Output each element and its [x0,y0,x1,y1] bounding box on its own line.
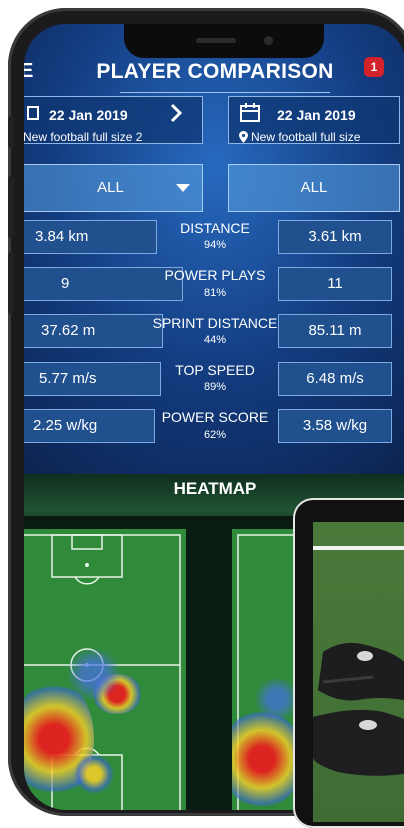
front-camera [264,36,273,45]
session-card-left[interactable]: 22 Jan 2019 New football full size 2 [24,96,203,144]
volume-up-button [8,176,14,238]
notification-badge[interactable]: 1 [364,57,384,77]
stat-right-value: 11 [278,267,392,301]
heatmap-pitch-left [24,529,186,810]
stat-right-value: 3.61 km [278,220,392,254]
filter-value: ALL [300,179,328,196]
session-venue: New football full size [251,130,361,144]
stat-right-value: 6.48 m/s [278,362,392,396]
stat-right-value: 85.11 m [278,314,392,348]
mute-switch [8,116,14,148]
session-card-right[interactable]: 22 Jan 2019 New football full size [228,96,400,144]
gps-vest-photo [313,642,404,776]
filter-dropdown-left[interactable]: ALL [24,164,203,212]
stat-right-value: 3.58 w/kg [278,409,392,443]
filter-dropdown-right[interactable]: ALL [228,164,400,212]
title-underline [120,92,330,93]
product-photo [313,522,404,822]
heatmap-title: HEATMAP [173,479,257,498]
calendar-icon [239,102,261,129]
volume-down-button [8,252,14,314]
speaker-grille [196,38,236,43]
calendar-icon [27,103,39,126]
page-title: PLAYER COMPARISON [96,60,334,83]
heatmap-blob [64,649,124,699]
session-date: 22 Jan 2019 [49,107,128,123]
session-venue: New football full size 2 [24,130,143,144]
heatmap-blob [74,754,114,794]
location-pin-icon [239,130,248,143]
session-date: 22 Jan 2019 [277,107,356,123]
tablet-frame [293,498,404,828]
chevron-right-icon[interactable] [169,103,183,128]
dropdown-arrow-icon [176,184,190,192]
notch [124,24,324,58]
filter-value: ALL [97,179,124,196]
